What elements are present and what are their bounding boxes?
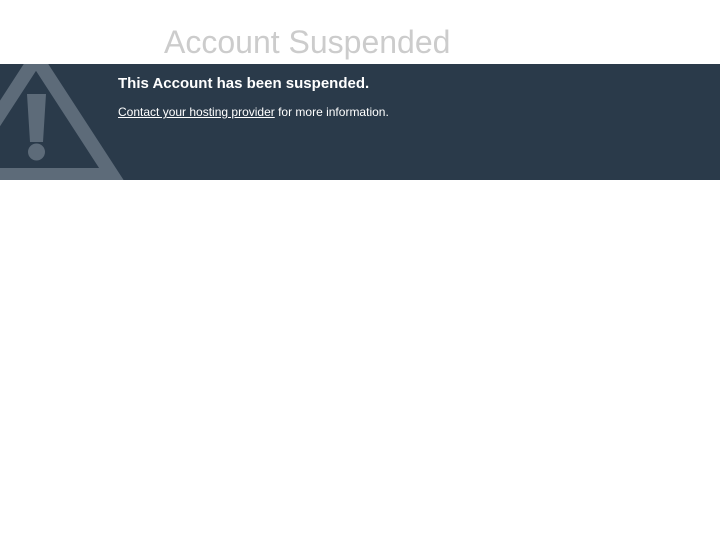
suspension-banner: This Account has been suspended. Contact… — [0, 64, 720, 180]
contact-hosting-provider-link[interactable]: Contact your hosting provider — [118, 105, 275, 119]
suspension-heading: This Account has been suspended. — [118, 75, 370, 92]
suspension-info: Contact your hosting provider for more i… — [118, 104, 389, 120]
warning-icon — [0, 64, 124, 180]
info-suffix-text: for more information. — [274, 105, 389, 119]
page-title: Account Suspended — [164, 24, 451, 60]
